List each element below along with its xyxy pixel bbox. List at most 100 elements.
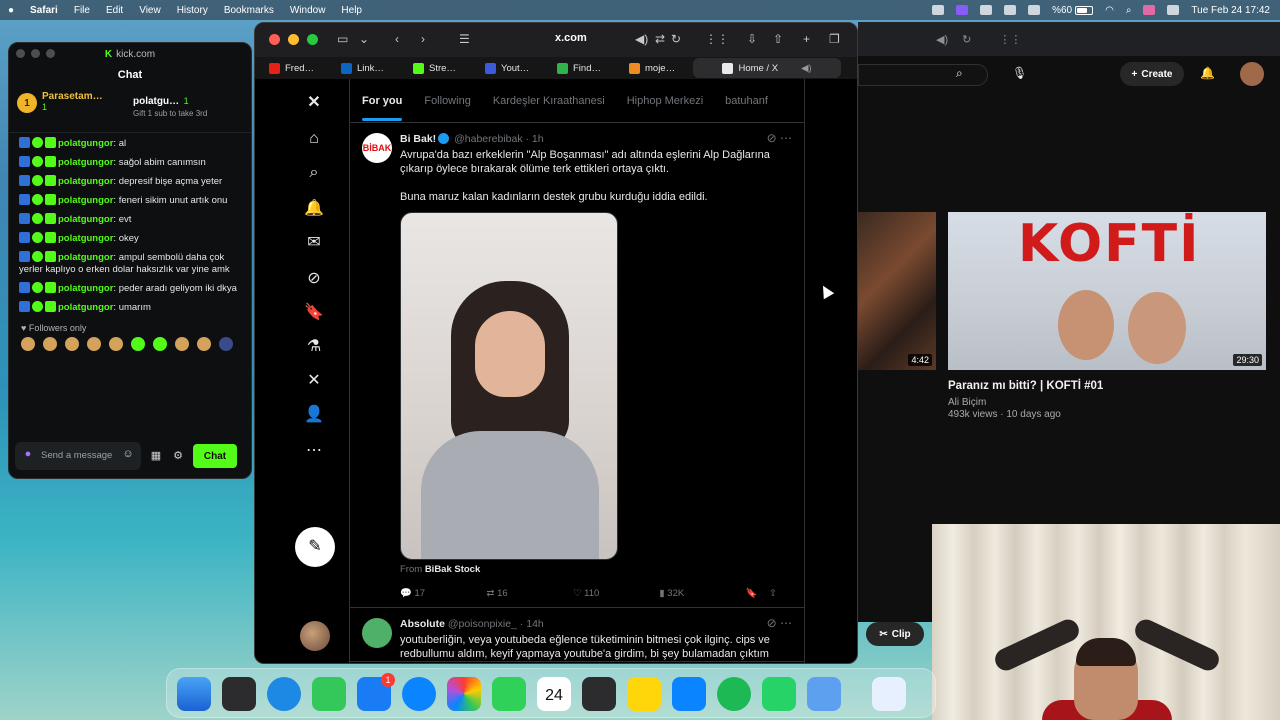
status-icon[interactable] bbox=[1004, 5, 1017, 15]
post-button[interactable]: ✎ bbox=[295, 527, 335, 567]
tweet[interactable]: BİBAK Bi Bak! @haberebibak · 1h ⊘ ⋯ Avru… bbox=[350, 123, 804, 608]
chat-message[interactable]: polatgungor: feneri sikim unut artık onu bbox=[19, 194, 241, 207]
chat-username[interactable]: polatgungor bbox=[58, 214, 113, 225]
emote-icon[interactable] bbox=[175, 337, 189, 351]
more-icon[interactable]: ⋯ bbox=[304, 441, 324, 461]
gift-icon[interactable]: ▦ bbox=[149, 449, 163, 463]
menu-view[interactable]: View bbox=[139, 5, 161, 16]
browser-tab[interactable]: Fred… bbox=[261, 58, 333, 78]
menu-file[interactable]: File bbox=[74, 5, 90, 16]
status-icon[interactable] bbox=[1028, 5, 1041, 15]
clock[interactable]: Tue Feb 24 17:42 bbox=[1191, 5, 1270, 16]
forward-icon[interactable]: › bbox=[421, 32, 425, 46]
send-chat-button[interactable]: Chat bbox=[193, 444, 237, 468]
chat-username[interactable]: polatgungor bbox=[58, 195, 113, 206]
refresh-icon[interactable]: ↻ bbox=[671, 32, 681, 46]
author-name[interactable]: Absolute bbox=[400, 618, 445, 630]
avatar[interactable] bbox=[362, 618, 392, 648]
new-tab-icon[interactable]: + bbox=[803, 32, 810, 46]
chat-username[interactable]: polatgungor bbox=[58, 138, 113, 149]
audio-icon[interactable]: ◀) bbox=[635, 32, 648, 46]
tab-list[interactable]: batuhanf bbox=[725, 95, 768, 107]
browser-tab[interactable]: Yout… bbox=[477, 58, 549, 78]
emote-icon[interactable] bbox=[43, 337, 57, 351]
emote-icon[interactable] bbox=[153, 337, 167, 351]
sidebar-icon[interactable]: ▭ bbox=[337, 32, 348, 46]
clip-button[interactable]: ✂ Clip bbox=[866, 622, 924, 646]
bookmarks-icon[interactable]: 🔖 bbox=[304, 303, 324, 323]
status-icon[interactable] bbox=[932, 5, 945, 15]
search-icon[interactable]: ⌕ bbox=[304, 163, 324, 183]
tab-list[interactable]: Kardeşler Kıraathanesi bbox=[493, 95, 605, 107]
communities-icon[interactable]: ⚗ bbox=[304, 337, 324, 357]
tab-overview-icon[interactable]: ❐ bbox=[829, 32, 840, 46]
channel-name[interactable]: Ali Biçim bbox=[948, 397, 986, 408]
video-thumbnail[interactable]: KOFTİ 29:30 bbox=[948, 212, 1266, 370]
chat-username[interactable]: polatgungor bbox=[58, 252, 113, 263]
reminders-icon[interactable] bbox=[582, 677, 616, 711]
search-icon[interactable]: ⌕ bbox=[956, 66, 963, 81]
avatar[interactable] bbox=[300, 621, 330, 651]
audio-icon[interactable]: ◀) bbox=[801, 63, 811, 74]
message-input[interactable]: ● Send a message ☺ bbox=[15, 442, 141, 470]
menu-edit[interactable]: Edit bbox=[106, 5, 123, 16]
wifi-icon[interactable]: ◠ bbox=[1105, 5, 1114, 16]
grid-icon[interactable]: ⋮⋮ bbox=[999, 33, 1021, 46]
messages-icon[interactable] bbox=[312, 677, 346, 711]
zoom-button[interactable] bbox=[307, 34, 318, 45]
chat-message[interactable]: polatgungor: ampul sembolü daha çok yerl… bbox=[19, 251, 241, 276]
mail-icon[interactable]: 1 bbox=[357, 673, 395, 711]
close-button[interactable] bbox=[16, 49, 25, 58]
avatar[interactable]: BİBAK bbox=[362, 133, 392, 163]
refresh-icon[interactable]: ↻ bbox=[962, 33, 971, 46]
facetime-icon[interactable] bbox=[492, 677, 526, 711]
status-icon[interactable] bbox=[956, 5, 969, 15]
like-button[interactable]: ♡ 110 bbox=[573, 588, 659, 599]
app-store-icon[interactable] bbox=[672, 677, 706, 711]
chat-message[interactable]: polatgungor: sağol abim canımsın bbox=[19, 156, 241, 169]
bookmark-icon[interactable]: 🔖 bbox=[746, 588, 769, 599]
chat-message[interactable]: polatgungor: okey bbox=[19, 232, 241, 245]
author-name[interactable]: Bi Bak! bbox=[400, 133, 436, 145]
menu-bookmarks[interactable]: Bookmarks bbox=[224, 5, 274, 16]
messages-icon[interactable]: ✉ bbox=[304, 233, 324, 253]
avatar[interactable] bbox=[1240, 62, 1264, 86]
tweet-time[interactable]: · 1h bbox=[526, 133, 544, 145]
tweet[interactable]: Absolute @poisonpixie_ · 14h ⊘ ⋯ youtube… bbox=[350, 608, 804, 662]
browser-tab[interactable]: Link… bbox=[333, 58, 405, 78]
photos-icon[interactable] bbox=[447, 677, 481, 711]
author-handle[interactable]: @poisonpixie_ bbox=[448, 618, 517, 630]
chat-username[interactable]: polatgungor bbox=[58, 283, 113, 294]
video-thumbnail[interactable]: 4:42 bbox=[858, 212, 936, 370]
search-input[interactable] bbox=[858, 64, 988, 86]
apple-icon[interactable]: ● bbox=[8, 5, 14, 16]
emote-icon[interactable] bbox=[65, 337, 79, 351]
more-options-icon[interactable]: ⊘ ⋯ bbox=[767, 616, 792, 630]
zoom-button[interactable] bbox=[46, 49, 55, 58]
menu-window[interactable]: Window bbox=[290, 5, 326, 16]
whatsapp-icon[interactable] bbox=[762, 677, 796, 711]
x-logo-icon[interactable]: ✕ bbox=[304, 93, 324, 113]
safari-icon[interactable] bbox=[267, 677, 301, 711]
launchpad-icon[interactable] bbox=[222, 677, 256, 711]
chat-message[interactable]: polatgungor: al bbox=[19, 137, 241, 150]
battery-indicator[interactable]: %60 bbox=[1052, 5, 1094, 16]
audio-icon[interactable]: ◀) bbox=[936, 33, 948, 46]
emote-icon[interactable] bbox=[109, 337, 123, 351]
tab-following[interactable]: Following bbox=[424, 95, 470, 107]
menu-app-name[interactable]: Safari bbox=[30, 5, 58, 16]
more-options-icon[interactable]: ⊘ ⋯ bbox=[767, 131, 792, 145]
notes-icon[interactable] bbox=[627, 677, 661, 711]
reply-button[interactable]: 💬 17 bbox=[400, 588, 486, 599]
chat-message[interactable]: polatgungor: peder aradı geliyom iki dky… bbox=[19, 282, 241, 295]
browser-tab[interactable]: moje… bbox=[621, 58, 693, 78]
leaderboard-entry[interactable]: 1 Parasetam… 1 bbox=[17, 91, 127, 128]
status-icon[interactable] bbox=[980, 5, 993, 15]
chat-message[interactable]: polatgungor: evt bbox=[19, 213, 241, 226]
home-icon[interactable]: ⌂ bbox=[304, 129, 324, 149]
chevron-down-icon[interactable]: ⌄ bbox=[359, 32, 369, 46]
chat-username[interactable]: polatgungor bbox=[58, 233, 113, 244]
browser-tab[interactable]: Stre… bbox=[405, 58, 477, 78]
chat-username[interactable]: polatgungor bbox=[58, 157, 113, 168]
chat-message[interactable]: polatgungor: umarım bbox=[19, 301, 241, 314]
